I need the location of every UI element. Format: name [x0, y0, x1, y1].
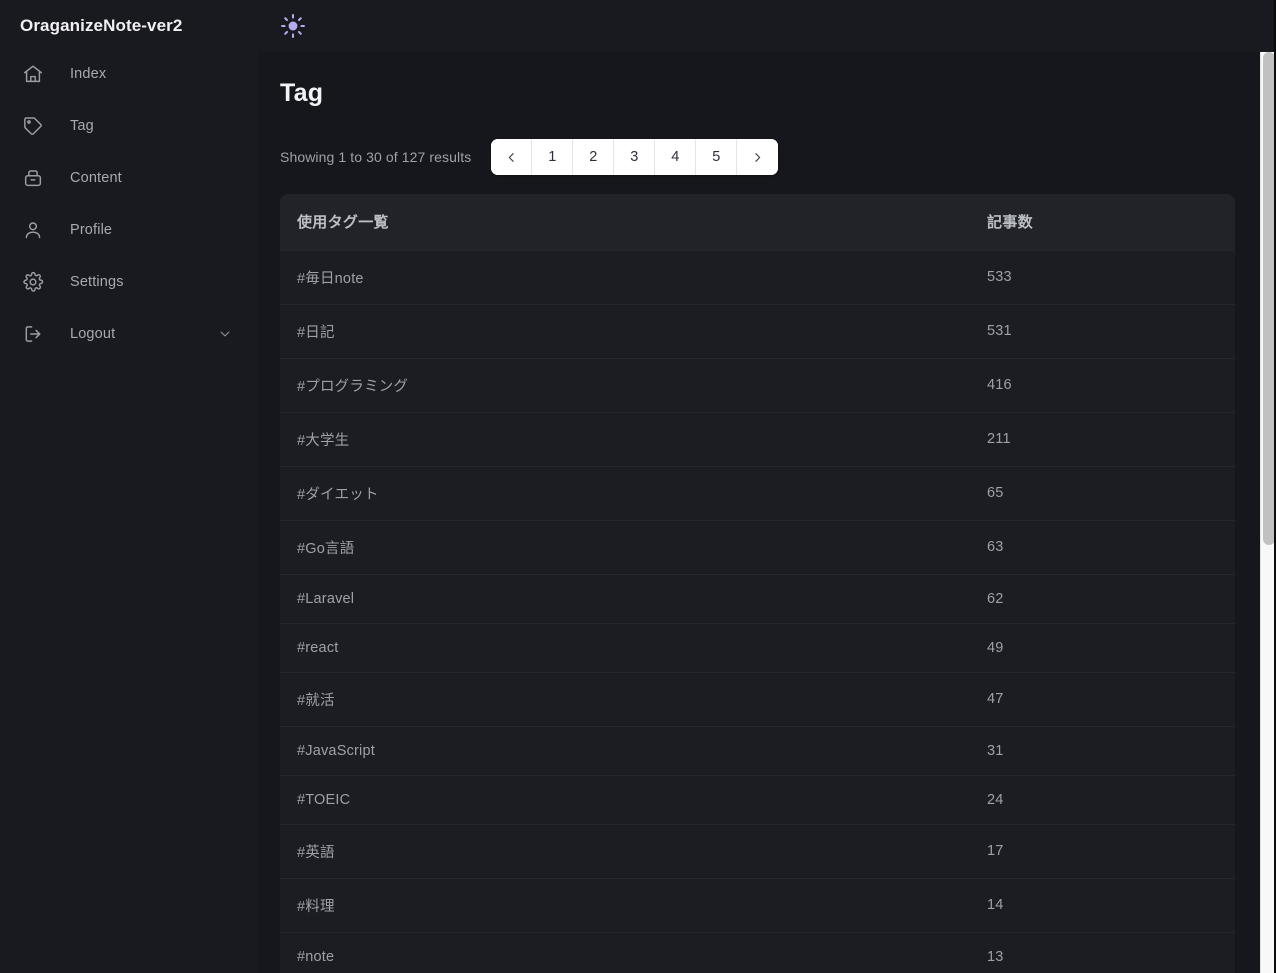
cell-article-count: 533 [970, 249, 1235, 304]
logout-icon [22, 323, 44, 345]
cell-article-count: 17 [970, 823, 1235, 878]
table-row[interactable]: #Laravel 62 [280, 573, 1235, 623]
table-row[interactable]: #料理 14 [280, 877, 1235, 932]
cell-article-count: 47 [970, 671, 1235, 726]
table-body: #毎日note 533 #日記 531 #プログラミング 416 #大学生 211 #ダイエット… [280, 249, 1235, 973]
cell-tag-name: #就活 [280, 671, 970, 726]
cell-tag-name: #毎日note [280, 249, 970, 304]
table-row[interactable]: #プログラミング 416 [280, 357, 1235, 412]
pagination-page-4[interactable]: 4 [655, 139, 697, 175]
cell-article-count: 416 [970, 357, 1235, 412]
page-title: Tag [280, 79, 324, 107]
cell-tag-name: #Laravel [280, 573, 970, 623]
cell-tag-name: #ダイエット [280, 465, 970, 520]
app-root: OraganizeNote-ver2 Index Tag Content Pro… [0, 0, 1276, 973]
cell-tag-name: #note [280, 931, 970, 973]
sidebar-item-label-logout: Logout [70, 326, 116, 342]
main-content: Tag Showing 1 to 30 of 127 results 1 2 3… [258, 52, 1260, 973]
cell-tag-name: #TOEIC [280, 774, 970, 824]
sidebar-item-logout[interactable]: Logout [0, 308, 258, 360]
user-icon [22, 219, 44, 241]
table-row[interactable]: #react 49 [280, 622, 1235, 672]
cell-tag-name: #プログラミング [280, 357, 970, 412]
chevron-down-icon[interactable] [218, 327, 232, 341]
sidebar-item-label-tag: Tag [70, 118, 94, 134]
sidebar-item-label-index: Index [70, 66, 107, 82]
table-row[interactable]: #英語 17 [280, 823, 1235, 878]
sidebar-item-settings[interactable]: Settings [0, 256, 258, 308]
sidebar-item-label-profile: Profile [70, 222, 113, 238]
tag-icon [22, 115, 44, 137]
cell-article-count: 211 [970, 411, 1235, 466]
cell-tag-name: #英語 [280, 823, 970, 878]
table-row[interactable]: #大学生 211 [280, 411, 1235, 466]
gear-icon [22, 271, 44, 293]
cell-article-count: 13 [970, 931, 1235, 973]
pagination-prev-button[interactable] [491, 139, 533, 175]
table-row[interactable]: #JavaScript 31 [280, 725, 1235, 775]
cell-article-count: 65 [970, 465, 1235, 520]
cell-tag-name: #大学生 [280, 411, 970, 466]
table-row[interactable]: #ダイエット 65 [280, 465, 1235, 520]
pagination-page-5[interactable]: 5 [696, 139, 738, 175]
sidebar-item-tag[interactable]: Tag [0, 100, 258, 152]
cell-article-count: 62 [970, 573, 1235, 623]
pagination-next-button[interactable] [737, 139, 779, 175]
sidebar-item-profile[interactable]: Profile [0, 204, 258, 256]
table-row[interactable]: #毎日note 533 [280, 249, 1235, 304]
table-row[interactable]: #Go言語 63 [280, 519, 1235, 574]
cell-article-count: 24 [970, 774, 1235, 824]
sidebar: OraganizeNote-ver2 Index Tag Content Pro… [0, 0, 258, 973]
cell-tag-name: #Go言語 [280, 519, 970, 574]
results-summary: Showing 1 to 30 of 127 results [280, 149, 472, 165]
archive-icon [22, 167, 44, 189]
sidebar-item-index[interactable]: Index [0, 48, 258, 100]
sun-icon[interactable] [280, 13, 306, 39]
cell-tag-name: #react [280, 622, 970, 672]
app-brand-title: OraganizeNote-ver2 [20, 16, 183, 35]
sidebar-nav: Index Tag Content Profile Settings Logou… [0, 48, 258, 360]
cell-article-count: 31 [970, 725, 1235, 775]
column-header-count: 記事数 [970, 194, 1235, 250]
pagination: 1 2 3 4 5 [491, 139, 779, 175]
cell-article-count: 14 [970, 877, 1235, 932]
pagination-page-3[interactable]: 3 [614, 139, 656, 175]
tag-table-card: 使用タグ一覧 記事数 #毎日note 533 #日記 531 #プログラミング 416 #大… [280, 194, 1235, 973]
pagination-page-1[interactable]: 1 [532, 139, 574, 175]
tag-table: 使用タグ一覧 記事数 #毎日note 533 #日記 531 #プログラミング 416 #大… [280, 194, 1235, 973]
pagination-page-2[interactable]: 2 [573, 139, 615, 175]
cell-article-count: 531 [970, 303, 1235, 358]
cell-tag-name: #JavaScript [280, 725, 970, 775]
top-bar [258, 0, 1276, 52]
pagination-row: Showing 1 to 30 of 127 results 1 2 3 4 5 [280, 137, 779, 177]
chevron-right-icon [751, 151, 764, 164]
cell-article-count: 49 [970, 622, 1235, 672]
sidebar-item-content[interactable]: Content [0, 152, 258, 204]
table-row[interactable]: #日記 531 [280, 303, 1235, 358]
cell-article-count: 63 [970, 519, 1235, 574]
table-row[interactable]: #note 13 [280, 931, 1235, 973]
column-header-tag: 使用タグ一覧 [280, 194, 970, 250]
home-icon [22, 63, 44, 85]
table-header-row: 使用タグ一覧 記事数 [280, 194, 1235, 250]
cell-tag-name: #日記 [280, 303, 970, 358]
sidebar-item-label-settings: Settings [70, 274, 124, 290]
table-row[interactable]: #TOEIC 24 [280, 774, 1235, 824]
table-row[interactable]: #就活 47 [280, 671, 1235, 726]
chevron-left-icon [505, 151, 518, 164]
sidebar-item-label-content: Content [70, 170, 122, 186]
table-head: 使用タグ一覧 記事数 [280, 194, 1235, 250]
cell-tag-name: #料理 [280, 877, 970, 932]
